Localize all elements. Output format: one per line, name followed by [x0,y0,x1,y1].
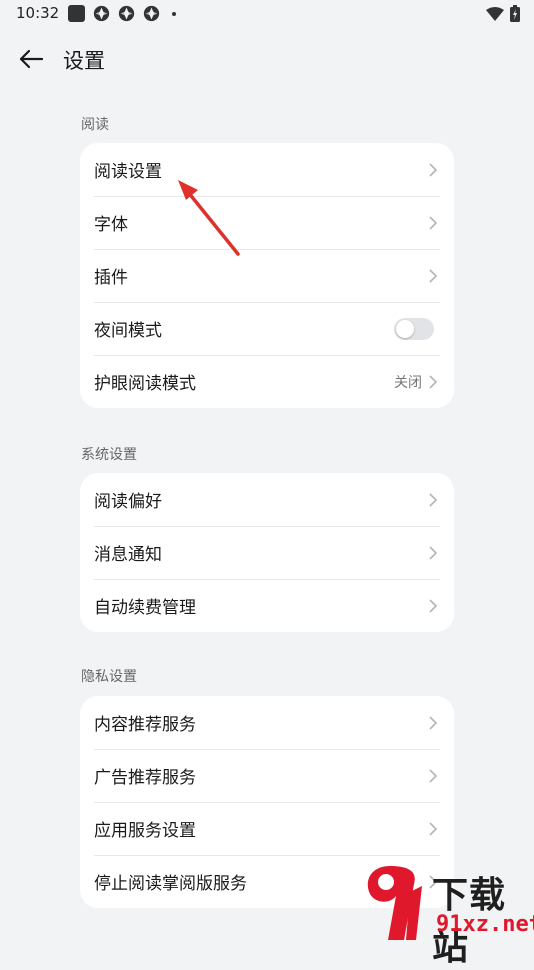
settings-row-eye-protection[interactable]: 护眼阅读模式 关闭 [80,355,454,408]
chevron-right-icon [429,598,438,613]
back-button[interactable] [14,44,48,74]
chevron-right-icon [429,268,438,283]
chevron-right-icon [429,162,438,177]
chevron-right-icon [429,492,438,507]
row-label: 阅读偏好 [94,492,162,512]
row-label: 字体 [94,215,128,235]
settings-row-content-recommendation[interactable]: 内容推荐服务 [80,696,454,749]
row-label: 应用服务设置 [94,821,196,841]
battery-icon [510,5,520,22]
flower-notification-icon [143,5,160,22]
status-notification-icons [68,5,176,22]
chevron-right-icon [429,545,438,560]
section-label-system: 系统设置 [81,447,137,463]
wifi-icon [486,6,504,21]
flower-notification-icon [93,5,110,22]
chevron-right-icon [429,715,438,730]
row-label: 广告推荐服务 [94,768,196,788]
row-label: 护眼阅读模式 [94,374,196,394]
arrow-left-icon [19,49,44,69]
app-notification-icon [68,5,85,22]
settings-row-reading-preference[interactable]: 阅读偏好 [80,473,454,526]
row-label: 插件 [94,268,128,288]
settings-row-plugins[interactable]: 插件 [80,249,454,302]
settings-row-auto-renewal[interactable]: 自动续费管理 [80,579,454,632]
page-title: 设置 [63,49,105,73]
settings-row-reading-settings[interactable]: 阅读设置 [80,143,454,196]
chevron-right-icon [429,821,438,836]
chevron-right-icon [429,374,438,389]
section-label-reading: 阅读 [81,117,109,133]
settings-row-ad-recommendation[interactable]: 广告推荐服务 [80,749,454,802]
settings-row-app-service[interactable]: 应用服务设置 [80,802,454,855]
section-label-privacy: 隐私设置 [81,669,137,685]
chevron-right-icon [429,768,438,783]
system-settings-card: 阅读偏好 消息通知 自动续费管理 [80,473,454,632]
row-label: 夜间模式 [94,321,162,341]
settings-row-night-mode: 夜间模式 [80,302,454,355]
reading-settings-card: 阅读设置 字体 插件 夜间模式 护眼阅读模式 关闭 [80,143,454,408]
status-bar: 10:32 [0,0,534,28]
row-label: 消息通知 [94,545,162,565]
row-label: 阅读设置 [94,162,162,182]
status-system-icons [486,5,520,22]
watermark-url: 91xz.net [436,912,534,937]
settings-row-font[interactable]: 字体 [80,196,454,249]
chevron-right-icon [429,215,438,230]
toggle-knob [396,319,414,338]
app-bar: 设置 [0,36,534,82]
row-label: 内容推荐服务 [94,715,196,735]
settings-row-notifications[interactable]: 消息通知 [80,526,454,579]
row-label: 自动续费管理 [94,598,196,618]
watermark-logo-icon [367,866,422,940]
row-value: 关闭 [394,374,422,391]
watermark: 下载站 91xz.net [360,862,534,968]
status-time: 10:32 [16,4,60,22]
flower-notification-icon [118,5,135,22]
more-notifications-dot-icon [172,11,176,16]
night-mode-toggle[interactable] [394,317,434,340]
